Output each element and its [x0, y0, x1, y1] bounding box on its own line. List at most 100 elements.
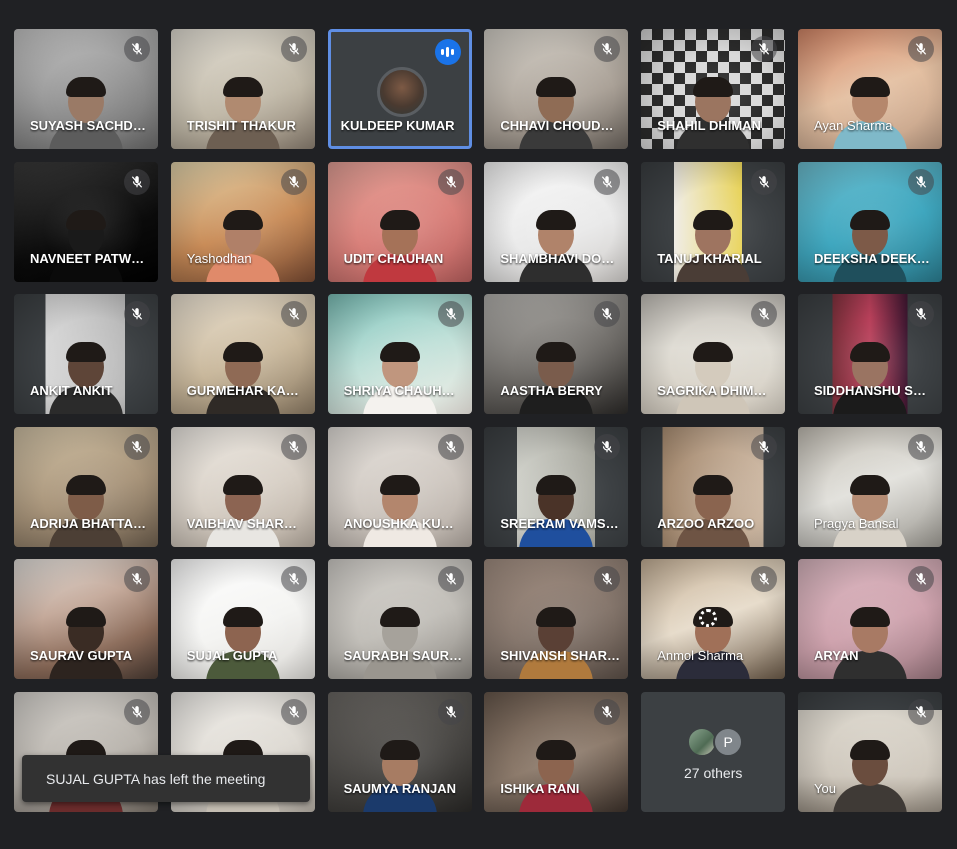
participant-tile[interactable]: TANUJ KHARIAL — [641, 161, 786, 282]
mic-off-icon — [907, 168, 934, 195]
participant-grid: SUYASH SACHD… TRISHIT THAKUR KULDEEP KUMAR… — [14, 29, 942, 812]
participant-tile[interactable]: AASTHA BERRY — [484, 294, 629, 415]
speaking-indicator-icon — [434, 39, 461, 65]
participant-name: Yashodhan — [186, 250, 252, 266]
mic-off-icon — [751, 168, 778, 195]
participant-tile[interactable]: ADRIJA BHATTA… — [14, 426, 158, 547]
participant-name: ISHIKA RANI — [500, 780, 580, 796]
participant-tile[interactable]: You — [797, 691, 942, 812]
mic-off-icon — [437, 566, 464, 593]
participant-name: Anmol Sharma — [657, 648, 744, 664]
participant-name: SREERAM VAMS… — [500, 515, 619, 531]
mic-off-icon — [907, 301, 934, 328]
participant-name: SHRIYA CHAUH… — [343, 383, 455, 399]
participant-tile[interactable]: ANKIT ANKIT — [14, 294, 158, 415]
mic-off-icon — [280, 301, 307, 328]
participant-tile[interactable]: DEEKSHA DEEK… — [797, 161, 942, 282]
mic-off-icon — [437, 168, 464, 195]
mic-off-icon — [280, 566, 307, 593]
participant-name: CHHAVI CHOUD… — [500, 118, 614, 133]
participant-tile[interactable]: UDIT CHAUHAN — [327, 161, 472, 282]
participant-avatar — [376, 67, 427, 117]
participant-name: SAGRIKA DHIM… — [657, 383, 767, 399]
participant-tile[interactable]: GURMEHAR KA… — [170, 294, 315, 415]
participant-name: SHIVANSH SHAR… — [500, 648, 621, 664]
mic-off-icon — [907, 36, 934, 62]
participant-name: GURMEHAR KA… — [186, 383, 299, 399]
participant-tile[interactable]: SUYASH SACHD… — [14, 29, 158, 149]
participant-name: ANOUSHKA KU… — [343, 515, 454, 531]
participant-name: ANKIT ANKIT — [30, 383, 113, 399]
participant-tile[interactable]: Yashodhan — [170, 161, 315, 282]
participant-tile[interactable]: VAIBHAV SHAR… — [170, 426, 315, 547]
participant-tile[interactable]: Pragya Bansal — [797, 426, 942, 547]
participant-name: SHAMBHAVI DO… — [500, 250, 615, 266]
mic-off-icon — [437, 698, 464, 725]
mic-off-icon — [437, 301, 464, 328]
participant-tile[interactable]: NAVNEET PATW… — [14, 161, 158, 282]
mic-off-icon — [437, 433, 464, 460]
participant-name: You — [813, 780, 836, 796]
mic-off-icon — [907, 698, 934, 725]
participant-tile[interactable]: ANOUSHKA KU… — [327, 426, 472, 547]
mic-off-icon — [124, 168, 150, 195]
participant-tile[interactable]: SHAMBHAVI DO… — [484, 161, 629, 282]
participant-name: AASTHA BERRY — [500, 383, 603, 399]
participant-name: KULDEEP KUMAR — [340, 118, 455, 133]
participant-tile[interactable]: SREERAM VAMS… — [484, 426, 629, 547]
participant-tile[interactable]: SAUMYA RANJAN — [327, 691, 472, 812]
participant-tile[interactable]: SHIVANSH SHAR… — [484, 559, 629, 680]
participant-name: ARYAN — [813, 648, 859, 664]
participant-name: TRISHIT THAKUR — [186, 118, 296, 133]
avatar-letter: P — [713, 726, 744, 757]
participant-tile[interactable]: SAGRIKA DHIM… — [641, 294, 786, 415]
others-avatars: P — [687, 725, 747, 757]
participant-tile[interactable]: ARYAN — [797, 559, 942, 680]
participant-name: SAURABH SAUR… — [343, 648, 463, 664]
mic-off-icon — [124, 433, 150, 460]
mic-off-icon — [594, 433, 621, 460]
participant-tile[interactable]: Anmol Sharma — [641, 559, 786, 680]
participant-name: UDIT CHAUHAN — [343, 250, 444, 266]
mic-off-icon — [594, 168, 621, 195]
participant-name: ADRIJA BHATTA… — [30, 515, 147, 531]
participant-name: SUYASH SACHD… — [30, 118, 146, 133]
participant-tile[interactable]: CHHAVI CHOUD… — [484, 29, 629, 149]
participant-tile[interactable]: Ayan Sharma — [797, 29, 942, 149]
mic-off-icon — [124, 301, 150, 328]
participant-name: ARZOO ARZOO — [657, 515, 755, 531]
others-tile[interactable]: P 27 others — [641, 691, 786, 812]
participant-name: Ayan Sharma — [813, 118, 893, 133]
participant-tile[interactable]: SAURAV GUPTA — [14, 559, 158, 680]
mic-off-icon — [280, 698, 307, 725]
participant-name: SIDDHANSHU S… — [813, 383, 926, 399]
participant-tile[interactable]: TRISHIT THAKUR — [170, 29, 315, 149]
mic-off-icon — [280, 168, 307, 195]
participant-name: SHAHIL DHIMAN — [657, 118, 761, 133]
participant-name: SAURAV GUPTA — [30, 648, 133, 664]
participant-name: SAUMYA RANJAN — [343, 780, 457, 796]
participant-tile[interactable]: SHRIYA CHAUH… — [327, 294, 472, 415]
participant-name: TANUJ KHARIAL — [657, 250, 762, 266]
toast-notification: SUJAL GUPTA has left the meeting — [22, 755, 310, 802]
participant-name: SUJAL GUPTA — [186, 648, 278, 664]
participant-tile[interactable]: SHAHIL DHIMAN — [641, 29, 786, 149]
participant-tile[interactable]: SUJAL GUPTA — [170, 559, 315, 680]
mic-off-icon — [124, 698, 150, 725]
participant-tile[interactable]: KULDEEP KUMAR — [327, 29, 472, 149]
participant-name: NAVNEET PATW… — [30, 250, 145, 266]
mic-off-icon — [751, 36, 778, 62]
participant-tile[interactable]: SAURABH SAUR… — [327, 559, 472, 680]
toast-text: SUJAL GUPTA has left the meeting — [46, 770, 266, 787]
mic-off-icon — [751, 433, 778, 460]
participant-tile[interactable]: ARZOO ARZOO — [641, 426, 786, 547]
participant-name: Pragya Bansal — [813, 515, 899, 531]
participant-tile[interactable]: SIDDHANSHU S… — [797, 294, 942, 415]
participant-name: DEEKSHA DEEK… — [813, 250, 930, 266]
mic-off-icon — [124, 36, 150, 62]
mic-off-icon — [907, 433, 934, 460]
others-count-label: 27 others — [684, 764, 743, 781]
mic-off-icon — [280, 433, 307, 460]
participant-tile[interactable]: ISHIKA RANI — [484, 691, 629, 812]
participant-name: VAIBHAV SHAR… — [186, 515, 297, 531]
